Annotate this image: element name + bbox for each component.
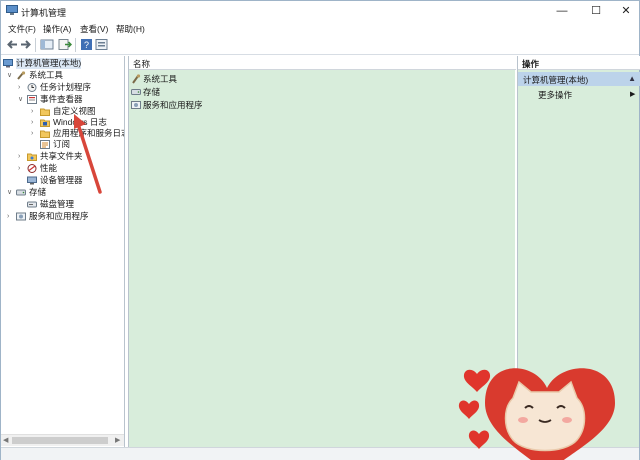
actions-header: 操作	[518, 56, 640, 70]
actions-section-label: 计算机管理(本地)	[523, 75, 589, 85]
svg-text:?: ?	[84, 40, 89, 50]
collapse-arrow-icon[interactable]: ∨	[7, 70, 15, 81]
menu-file[interactable]: 文件(F)	[8, 23, 36, 35]
services-icon	[16, 212, 26, 221]
device-manager-icon	[27, 176, 37, 185]
export-icon[interactable]	[58, 38, 72, 51]
expand-arrow-icon[interactable]: ›	[31, 117, 39, 128]
actions-section[interactable]: 计算机管理(本地) ▲	[518, 72, 640, 86]
tree-label: 磁盘管理	[40, 199, 75, 209]
storage-icon	[131, 89, 141, 95]
scroll-right-icon[interactable]: ▶	[115, 436, 120, 444]
more-actions-link[interactable]: 更多操作	[538, 89, 572, 101]
forward-arrow-icon[interactable]	[19, 38, 33, 51]
menu-action[interactable]: 操作(A)	[43, 23, 71, 35]
list-item-label: 系统工具	[143, 74, 178, 84]
storage-icon	[16, 189, 26, 196]
expand-arrow-icon[interactable]: ›	[31, 106, 39, 117]
title-bar: 计算机管理 — ☐ ✕	[1, 1, 639, 21]
collapse-arrow-icon[interactable]: ∨	[7, 187, 15, 198]
list-item-label: 存储	[143, 87, 161, 97]
tree-label: 任务计划程序	[40, 82, 92, 92]
event-viewer-icon	[27, 95, 37, 104]
menu-view[interactable]: 查看(V)	[80, 23, 108, 35]
computer-icon	[3, 59, 13, 68]
expand-arrow-icon[interactable]: ›	[18, 163, 26, 174]
folder-icon	[40, 130, 50, 138]
log-folder-icon	[40, 119, 50, 127]
toolbar-separator	[35, 38, 36, 52]
column-header-label: 名称	[133, 59, 151, 69]
list-item-label: 服务和应用程序	[143, 100, 203, 110]
menu-help[interactable]: 帮助(H)	[116, 23, 145, 35]
menu-bar: 文件(F) 操作(A) 查看(V) 帮助(H)	[1, 21, 639, 35]
tree-label: 服务和应用程序	[29, 211, 89, 221]
tree-label: 事件查看器	[40, 94, 83, 104]
computer-management-icon	[6, 5, 18, 15]
disk-icon	[27, 201, 37, 208]
close-button[interactable]: ✕	[611, 1, 640, 21]
window-title: 计算机管理	[21, 8, 67, 18]
tree-label: 性能	[40, 163, 58, 173]
collapse-arrow-icon[interactable]: ∨	[18, 94, 26, 105]
expand-arrow-icon[interactable]: ›	[31, 128, 39, 139]
subscription-icon	[40, 140, 50, 149]
actions-header-label: 操作	[522, 59, 540, 69]
services-icon	[131, 101, 141, 109]
properties-icon[interactable]	[95, 38, 109, 51]
tree-label-root: 计算机管理(本地)	[16, 58, 82, 69]
show-tree-icon[interactable]	[40, 38, 54, 51]
cat-heart-sticker	[458, 368, 615, 460]
help-icon[interactable]: ?	[80, 38, 94, 51]
clock-icon	[27, 83, 37, 92]
performance-icon	[27, 164, 37, 173]
scroll-left-icon[interactable]: ◀	[3, 436, 8, 444]
tree-label: 订阅	[53, 139, 71, 149]
toolbar-separator	[75, 38, 76, 52]
scrollbar-thumb[interactable]	[12, 437, 108, 444]
tree-label: 存储	[29, 187, 47, 197]
expand-arrow-icon[interactable]: ›	[18, 151, 26, 162]
horizontal-scrollbar[interactable]: ◀ ▶	[1, 434, 124, 446]
expand-arrow-icon[interactable]: ›	[7, 211, 15, 222]
maximize-button[interactable]: ☐	[581, 1, 611, 21]
submenu-arrow-icon[interactable]: ▶	[630, 90, 635, 98]
expand-arrow-icon[interactable]: ›	[18, 82, 26, 93]
tools-icon	[132, 74, 141, 84]
shared-folder-icon	[27, 153, 37, 161]
toolbar: ?	[1, 35, 639, 55]
column-header-name[interactable]: 名称	[129, 56, 516, 70]
folder-icon	[40, 108, 50, 116]
minimize-button[interactable]: —	[547, 1, 577, 21]
tree-label: 系统工具	[29, 70, 64, 80]
collapse-up-icon[interactable]: ▲	[628, 74, 636, 83]
annotation-arrow	[74, 114, 102, 194]
back-arrow-icon[interactable]	[5, 38, 19, 51]
tools-icon	[17, 71, 26, 80]
